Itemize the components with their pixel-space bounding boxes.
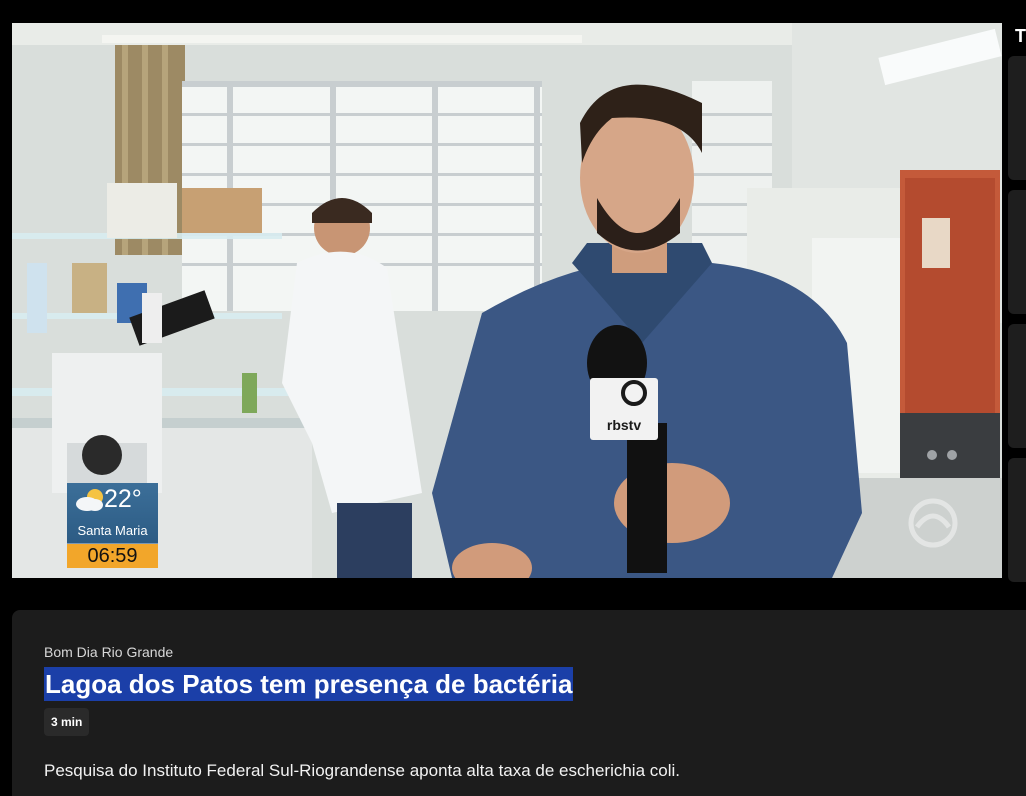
playlist-card[interactable] bbox=[1008, 458, 1026, 582]
city-name: Santa Maria bbox=[77, 523, 148, 538]
playlist-rail bbox=[1008, 56, 1026, 616]
program-name[interactable]: Bom Dia Rio Grande bbox=[44, 644, 173, 660]
video-player[interactable]: rbstv 22° Santa Maria 06:59 bbox=[12, 23, 1002, 578]
mic-flag-text: rbstv bbox=[607, 417, 641, 433]
playlist-card[interactable] bbox=[1008, 324, 1026, 448]
temperature-value: 22° bbox=[104, 485, 142, 513]
duration-badge: 3 min bbox=[44, 708, 90, 736]
clock-time: 06:59 bbox=[67, 544, 158, 568]
rbs-logo-icon bbox=[908, 498, 958, 548]
video-description: Pesquisa do Instituto Federal Sul-Riogra… bbox=[44, 761, 680, 780]
partly-cloudy-icon bbox=[76, 489, 103, 511]
playlist-card[interactable] bbox=[1008, 190, 1026, 314]
playlist-card[interactable] bbox=[1008, 56, 1026, 180]
video-frame-scene: rbstv bbox=[12, 23, 1002, 578]
video-info-panel: Bom Dia Rio Grande Lagoa dos Patos tem p… bbox=[12, 610, 1026, 796]
video-title: Lagoa dos Patos tem presença de bactéria bbox=[44, 667, 574, 701]
rail-title: T bbox=[1015, 26, 1026, 46]
weather-box: 22° Santa Maria bbox=[67, 483, 158, 544]
weather-widget: 22° Santa Maria 06:59 bbox=[67, 483, 158, 568]
